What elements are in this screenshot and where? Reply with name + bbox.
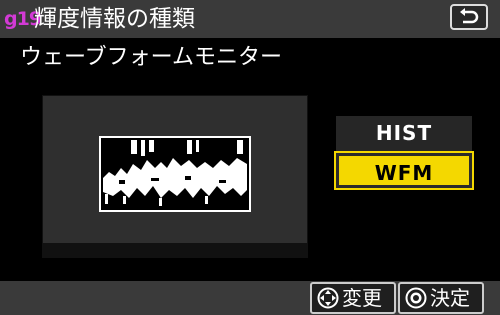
ok-button-icon [405, 287, 427, 309]
waveform-preview [42, 95, 308, 258]
preview-info-strip [43, 243, 307, 257]
change-label: 変更 [342, 286, 382, 310]
ok-button[interactable]: 決定 [398, 282, 484, 314]
setting-subtitle: ウェーブフォームモニター [20, 45, 283, 70]
option-hist[interactable]: HIST [336, 116, 472, 151]
camera-menu-screen: g19 輝度情報の種類 ウェーブフォームモニター HIST WFM 変更 決定 [0, 0, 500, 315]
change-button[interactable]: 変更 [310, 282, 396, 314]
ok-label: 決定 [430, 286, 470, 310]
menu-header: g19 輝度情報の種類 [0, 0, 500, 38]
waveform-graph [99, 136, 251, 212]
waveform-image [101, 138, 249, 210]
page-title: 輝度情報の種類 [34, 6, 195, 32]
return-arrow-icon [460, 8, 479, 24]
menu-footer: 変更 決定 [0, 281, 500, 315]
back-button[interactable] [450, 4, 488, 30]
multi-selector-icon [317, 287, 339, 309]
option-wfm[interactable]: WFM [334, 151, 474, 190]
